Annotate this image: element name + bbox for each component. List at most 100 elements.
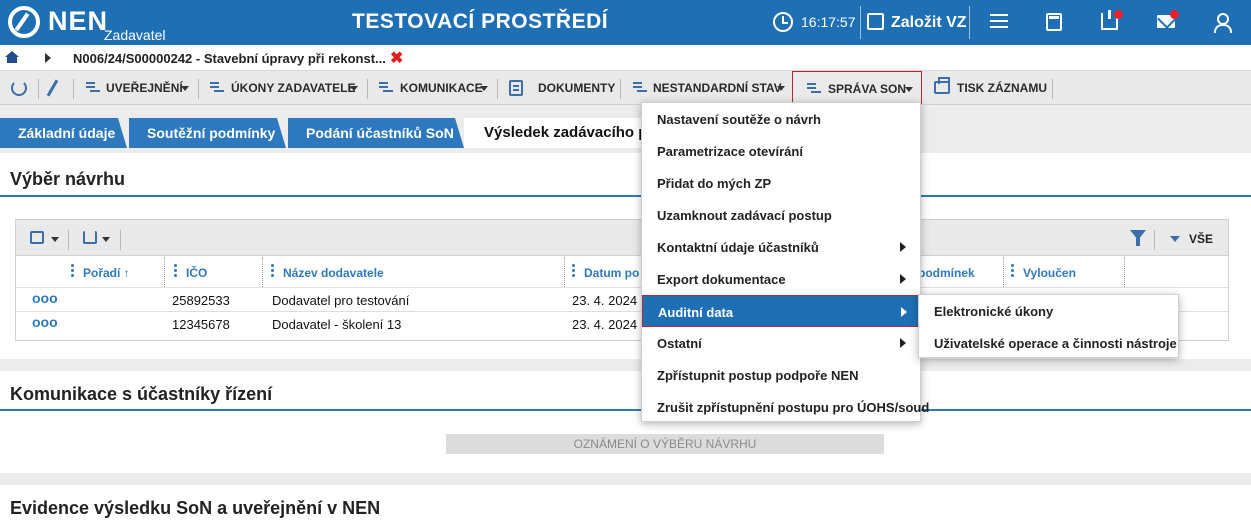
row-actions-icon[interactable]: ooo [32,314,58,330]
column-header-vyloucen[interactable]: Vyloučen [1011,257,1121,287]
export-icon[interactable] [83,231,97,244]
menu-item-zpristupnit[interactable]: Zpřístupnit postup podpoře NEN [642,359,920,391]
nestandardni-label: NESTANDARDNÍ STAV [653,81,782,95]
section-title: Evidence výsledku SoN a uveřejnění v NEN [10,498,381,518]
menu-item-label: Ostatní [657,336,702,351]
caret-down-icon [480,86,488,91]
breadcrumb: N006/24/S00000242 - Stavební úpravy při … [0,45,1251,71]
column-divider [564,257,565,287]
column-header-ico[interactable]: IČO [174,257,264,287]
refresh-icon[interactable] [11,80,27,96]
tab-label: Podání účastníků SoN [306,125,454,141]
tab-zakladni-udaje[interactable]: Základní údaje [0,118,127,148]
create-vz-label: Založit VZ [891,14,967,31]
tab-soutezni-podminky[interactable]: Soutěžní podmínky [129,118,286,148]
submenu-item-label: Uživatelské operace a činnosti nástroje [934,336,1177,351]
tisk-zaznamu-button[interactable]: TISK ZÁZNAMU [932,71,1050,105]
ukony-zadavatele-menu[interactable]: ÚKONY ZADAVATELE [208,71,360,105]
print-grid-icon[interactable] [30,231,44,244]
toolbar-divider [1052,79,1053,99]
session-time: 16:17:57 [801,14,856,30]
cell-ico: 12345678 [172,317,230,332]
komunikace-menu[interactable]: KOMUNIKACE [377,71,491,105]
edit-icon [867,13,884,30]
create-vz-button[interactable]: Založit VZ [864,6,968,38]
menu-item-label: Export dokumentace [657,272,786,287]
tab-podani-ucastniku[interactable]: Podání účastníků SoN [288,118,464,148]
filter-icon[interactable] [1130,230,1146,246]
menu-item-label: Kontaktní údaje účastníků [657,240,819,255]
column-menu-icon [271,264,274,277]
caret-down-icon[interactable] [51,237,59,242]
close-icon[interactable]: ✖ [390,48,403,68]
column-menu-icon [71,264,74,277]
tab-label: Základní údaje [18,125,116,141]
filter-all-dropdown[interactable]: VŠE [1189,232,1213,246]
menu-item-uzamknout[interactable]: Uzamknout zadávací postup [642,199,920,231]
pencil-icon[interactable] [46,79,59,97]
submenu-item-label: Elektronické úkony [934,304,1054,319]
column-divider [1124,257,1125,287]
menu-item-parametrizace[interactable]: Parametrizace otevírání [642,135,920,167]
caret-down-icon[interactable] [1170,236,1180,242]
notice-selection-button[interactable]: OZNÁMENÍ O VÝBĚRU NÁVRHU [446,434,884,454]
auditni-data-submenu: Elektronické úkony Uživatelské operace a… [918,294,1179,358]
header-divider [969,6,970,39]
mail-notification-dot [1170,10,1179,19]
toolbar-divider [1154,230,1155,250]
user-icon[interactable] [1213,13,1232,33]
header-divider [860,6,861,39]
chevron-right-icon [900,274,906,284]
chevron-right-icon [901,307,907,317]
column-header-nazev[interactable]: Název dodavatele [271,257,561,287]
toolbar-divider [120,230,121,250]
submenu-item-elektronicke-ukony[interactable]: Elektronické úkony [919,295,1178,327]
inbox-notification-dot [1114,10,1123,19]
menu-item-label: Nastavení soutěže o návrh [657,112,821,127]
section-title: Komunikace s účastníky řízení [10,384,273,404]
nestandardni-stav-menu[interactable]: NESTANDARDNÍ STAV [631,71,789,105]
menu-item-nastaveni[interactable]: Nastavení soutěže o návrh [642,103,920,135]
breadcrumb-tab-label[interactable]: N006/24/S00000242 - Stavební úpravy při … [73,51,386,66]
menu-item-label: Přidat do mých ZP [657,176,772,191]
menu-item-pridat-zp[interactable]: Přidat do mých ZP [642,167,920,199]
tab-vysledek[interactable]: Výsledek zadávacího po [464,118,657,148]
home-icon[interactable] [5,51,19,63]
tab-label: Soutěžní podmínky [147,125,276,141]
menu-item-zrusit-zpristupneni[interactable]: Zrušit zpřístupnění postupu pro ÚOHS/sou… [642,391,929,423]
menu-item-label: Parametrizace otevírání [657,144,803,159]
menu-item-export[interactable]: Export dokumentace [642,263,920,295]
toolbar-divider [73,79,74,99]
submenu-item-uzivatelske-operace[interactable]: Uživatelské operace a činnosti nástroje [919,327,1178,359]
caret-down-icon[interactable] [102,237,110,242]
nen-logo-icon[interactable] [8,6,40,38]
section-title: Výběr návrhu [10,169,126,189]
toolbar-divider [198,79,199,99]
uverejneni-menu[interactable]: UVEŘEJNĚNÍ [84,71,192,105]
caret-down-icon [350,86,358,91]
dokumenty-button[interactable]: DOKUMENTY [507,71,617,105]
column-header-poradi[interactable]: Pořadí ↑ [71,257,161,287]
tisk-label: TISK ZÁZNAMU [957,81,1047,95]
chevron-right-icon[interactable] [45,53,51,63]
cell-ico: 25892533 [172,293,230,308]
cell-date: 23. 4. 2024 [572,317,638,332]
row-actions-icon[interactable]: ooo [32,290,58,306]
calculator-icon[interactable] [1046,13,1062,31]
ukony-label: ÚKONY ZADAVATELE [231,81,356,95]
column-header-datum[interactable]: Datum po [572,257,652,287]
column-label: IČO [186,266,208,280]
menu-item-ostatni[interactable]: Ostatní [642,327,920,359]
grid-toolbar: VŠE [16,220,1228,256]
menu-item-kontaktni-udaje[interactable]: Kontaktní údaje účastníků [642,231,920,263]
sprava-son-menu[interactable]: SPRÁVA SON [792,71,922,104]
column-header-podminek[interactable]: podmínek [916,257,1001,287]
menu-item-auditni-data[interactable]: Auditní data [642,295,920,327]
column-menu-icon [174,264,177,277]
column-divider [1003,257,1004,287]
menu-icon[interactable] [990,14,1008,28]
logo-text[interactable]: NEN [48,6,108,37]
document-icon [509,80,523,96]
column-label: podmínek [918,266,975,280]
dokumenty-label: DOKUMENTY [538,81,616,95]
